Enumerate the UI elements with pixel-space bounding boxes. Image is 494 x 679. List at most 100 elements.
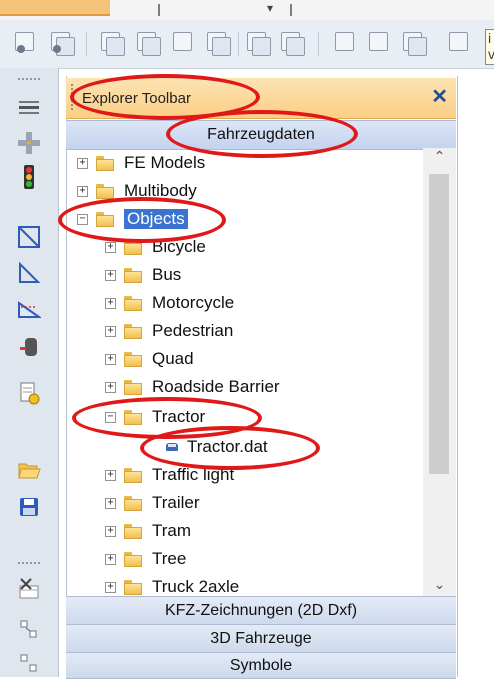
toolbar-button-lock-all[interactable]: [206, 30, 231, 56]
close-icon[interactable]: ✕: [431, 84, 448, 109]
document-settings-icon[interactable]: [16, 380, 42, 406]
toolbar-grip[interactable]: [18, 562, 40, 567]
collapse-icon[interactable]: −: [77, 213, 88, 225]
expand-icon[interactable]: +: [105, 581, 116, 593]
tree-item-truck-2axle[interactable]: + Truck 2axle: [105, 573, 239, 596]
scroll-thumb[interactable]: [429, 174, 449, 474]
folder-open-icon: [124, 409, 142, 425]
expand-icon[interactable]: +: [77, 185, 88, 197]
tree-item-roadside-barrier[interactable]: + Roadside Barrier: [105, 373, 280, 401]
expand-icon[interactable]: +: [105, 297, 116, 309]
expand-icon[interactable]: +: [77, 157, 88, 169]
tree-item-fe-models[interactable]: + FE Models: [77, 149, 205, 177]
folder-icon: [124, 551, 142, 567]
expand-icon[interactable]: +: [105, 469, 116, 481]
folder-icon: [96, 155, 114, 171]
tree-item-multibody[interactable]: + Multibody: [77, 177, 197, 205]
tree-item-trailer[interactable]: + Trailer: [105, 489, 200, 517]
panel-title: Explorer Toolbar: [82, 90, 191, 107]
tree-item-label: Roadside Barrier: [152, 377, 280, 396]
folder-icon: [124, 295, 142, 311]
tree-item-label: Quad: [152, 349, 194, 368]
toolbar-button-group[interactable]: [246, 30, 271, 56]
toolbar-button-fit[interactable]: [368, 30, 392, 56]
road-icon[interactable]: [16, 94, 42, 120]
tree-item-label: Traffic light: [152, 465, 235, 484]
top-menu-strip: ▾: [0, 0, 494, 21]
tree-item-objects[interactable]: − Objects: [77, 205, 188, 233]
tree-item-bicycle[interactable]: + Bicycle: [105, 233, 206, 261]
toolbar-separator: [238, 32, 239, 56]
expand-icon[interactable]: +: [105, 325, 116, 337]
section-fahrzeugdaten[interactable]: Fahrzeugdaten: [66, 120, 456, 150]
toolbar-button-center[interactable]: [334, 30, 358, 56]
expand-icon[interactable]: +: [105, 353, 116, 365]
tree-item-label: Bicycle: [152, 237, 206, 256]
separator-icon: [290, 4, 292, 16]
folder-icon: [124, 239, 142, 255]
open-folder-icon[interactable]: [16, 456, 42, 482]
tree-item-motorcycle[interactable]: + Motorcycle: [105, 289, 234, 317]
folder-icon: [124, 351, 142, 367]
toolbar-button-layers[interactable]: [136, 30, 161, 56]
scroll-down-icon[interactable]: ⌄: [423, 576, 456, 596]
folder-icon: [124, 467, 142, 483]
toolbar-button-ungroup[interactable]: [280, 30, 305, 56]
expand-icon[interactable]: +: [105, 553, 116, 565]
tree-scrollbar[interactable]: ⌃ ⌄: [423, 148, 456, 596]
tree-item-label: Bus: [152, 265, 182, 284]
toolbar-button-copy[interactable]: [100, 30, 125, 56]
tree-item-label: Pedestrian: [152, 321, 234, 340]
toolbar-separator: [318, 32, 319, 56]
toolbar-grip[interactable]: [18, 78, 40, 83]
toolbar-button-remove-all[interactable]: [50, 30, 75, 56]
panel-grip[interactable]: [71, 84, 76, 110]
tree-item-tractor-dat[interactable]: Tractor.dat: [165, 433, 268, 461]
tree-item-tree[interactable]: + Tree: [105, 545, 186, 573]
intersection-icon[interactable]: [16, 130, 42, 156]
tree-item-bus[interactable]: + Bus: [105, 261, 181, 289]
vehicle-file-icon: [165, 440, 179, 454]
tree-item-label: Tractor.dat: [187, 437, 268, 456]
tree-item-label: Tram: [152, 521, 192, 540]
folder-icon: [124, 323, 142, 339]
tree-item-label: Tractor: [152, 407, 206, 426]
toolbar-button-frame[interactable]: [402, 30, 427, 56]
tooltip: i v: [485, 29, 494, 65]
left-toolbar: [0, 68, 59, 677]
expand-icon[interactable]: +: [105, 525, 116, 537]
chevron-down-icon[interactable]: ▾: [267, 1, 273, 15]
arrange-down-icon[interactable]: [16, 650, 42, 676]
square-diagonal-icon[interactable]: [16, 224, 42, 250]
collapse-icon[interactable]: −: [105, 411, 116, 423]
tree-item-tram[interactable]: + Tram: [105, 517, 191, 545]
tree-item-label: Trailer: [152, 493, 200, 512]
expand-icon[interactable]: +: [105, 381, 116, 393]
expand-icon[interactable]: +: [105, 241, 116, 253]
triangle-icon[interactable]: [16, 260, 42, 286]
section-symbole[interactable]: Symbole: [66, 652, 456, 679]
delete-table-icon[interactable]: [16, 576, 42, 602]
traffic-light-icon[interactable]: [16, 164, 42, 190]
tree-item-quad[interactable]: + Quad: [105, 345, 194, 373]
expand-icon[interactable]: +: [105, 497, 116, 509]
wheel-icon[interactable]: [16, 334, 42, 360]
scroll-up-icon[interactable]: ⌃: [423, 148, 456, 168]
tree-item-traffic-light[interactable]: + Traffic light: [105, 461, 234, 489]
folder-icon: [124, 379, 142, 395]
tree-item-pedestrian[interactable]: + Pedestrian: [105, 317, 233, 345]
section-3d-fahrzeuge[interactable]: 3D Fahrzeuge: [66, 624, 456, 654]
save-icon[interactable]: [16, 494, 42, 520]
section-kfz-zeichnungen[interactable]: KFZ-Zeichnungen (2D Dxf): [66, 596, 456, 626]
folder-icon: [96, 183, 114, 199]
toolbar-button-zoom-extents[interactable]: [448, 30, 472, 56]
expand-icon[interactable]: +: [105, 269, 116, 281]
measure-area-icon[interactable]: [16, 296, 42, 322]
toolbar-button-lock[interactable]: [172, 30, 196, 56]
toolbar-button-remove[interactable]: [14, 30, 38, 56]
tree-item-label: FE Models: [124, 153, 206, 172]
arrange-icon[interactable]: [16, 616, 42, 642]
active-menu-highlight: [0, 0, 110, 16]
tree-item-label: Truck 2axle: [152, 577, 240, 596]
tree-item-tractor[interactable]: − Tractor: [105, 403, 205, 431]
